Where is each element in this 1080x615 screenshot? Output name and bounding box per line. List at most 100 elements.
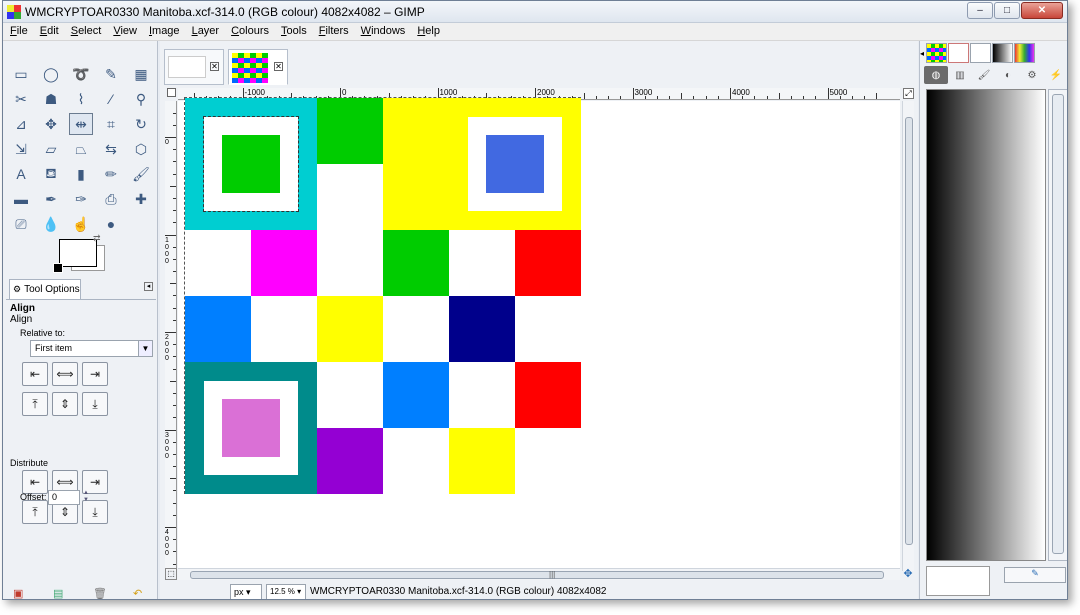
- shear-icon[interactable]: ▱: [39, 138, 63, 160]
- close-button[interactable]: ✕: [1021, 2, 1063, 19]
- minimize-button[interactable]: –: [967, 2, 993, 19]
- rotate-icon[interactable]: ↻: [129, 113, 153, 135]
- reset-options-icon[interactable]: ↶: [133, 587, 149, 599]
- color-picker-icon[interactable]: ⁄: [99, 88, 123, 110]
- scissors-icon[interactable]: ✂: [9, 88, 33, 110]
- menu-item-0[interactable]: File: [3, 23, 33, 40]
- delete-options-icon[interactable]: 🗑: [93, 587, 109, 599]
- menu-item-4[interactable]: Image: [142, 23, 185, 40]
- menu-item-6[interactable]: Colours: [224, 23, 274, 40]
- align-button-5[interactable]: ⤓: [82, 392, 108, 416]
- pencil-icon[interactable]: ✏: [99, 163, 123, 185]
- close-icon[interactable]: ✕: [274, 62, 283, 71]
- menu-item-9[interactable]: Windows: [354, 23, 411, 40]
- menu-item-1[interactable]: Edit: [33, 23, 64, 40]
- scroll-thumb[interactable]: [905, 117, 913, 545]
- paintbrush-icon[interactable]: 🖌: [129, 163, 153, 185]
- perspective-clone-icon[interactable]: ⎚: [9, 213, 33, 235]
- menu-item-7[interactable]: Tools: [274, 23, 312, 40]
- paths-icon[interactable]: ⌇: [69, 88, 93, 110]
- ink-icon[interactable]: ✑: [69, 188, 93, 210]
- save-options-icon[interactable]: ▣: [13, 587, 29, 599]
- move-icon[interactable]: ✥: [39, 113, 63, 135]
- lasso-icon[interactable]: ➰: [69, 63, 93, 85]
- ellipse-select-icon[interactable]: ◯: [39, 63, 63, 85]
- image-tab-1[interactable]: ✕: [164, 49, 224, 85]
- menu-item-10[interactable]: Help: [410, 23, 445, 40]
- tab-crosshair[interactable]: [970, 43, 991, 63]
- menu-item-3[interactable]: View: [106, 23, 142, 40]
- vertical-ruler[interactable]: 0 1000 2000 3000 4000: [165, 101, 177, 571]
- dock-subtab-2[interactable]: 🖌: [972, 66, 996, 84]
- dock-menu-icon[interactable]: ◂: [920, 49, 924, 58]
- dock-subtab-0[interactable]: ◍: [924, 66, 948, 84]
- scroll-thumb[interactable]: [1052, 94, 1064, 554]
- zoom-icon[interactable]: ⚲: [129, 88, 153, 110]
- crop-icon[interactable]: ⌗: [99, 113, 123, 135]
- foreground-select-icon[interactable]: ☗: [39, 88, 63, 110]
- rect-select-icon[interactable]: ▭: [9, 63, 33, 85]
- cage-icon[interactable]: ⬡: [129, 138, 153, 160]
- distribute-button-3[interactable]: ⤒: [22, 500, 48, 524]
- zoom-select[interactable]: 12.5 % ▾: [266, 584, 306, 599]
- align-button-0[interactable]: ⇤: [22, 362, 48, 386]
- scroll-thumb[interactable]: |||: [190, 570, 884, 579]
- text-icon[interactable]: A: [9, 163, 33, 185]
- dock-subtab-4[interactable]: ⚙: [1020, 66, 1044, 84]
- gradient-preview[interactable]: [926, 89, 1046, 561]
- perspective-icon[interactable]: ⏢: [69, 138, 93, 160]
- blur-icon[interactable]: 💧: [39, 213, 63, 235]
- bucket-fill-icon[interactable]: ⛾: [39, 163, 63, 185]
- relative-to-select[interactable]: First item ▼: [30, 340, 153, 357]
- close-icon[interactable]: ✕: [210, 62, 219, 71]
- fg-bg-colors[interactable]: ⇄: [53, 233, 107, 273]
- offset-input[interactable]: 0: [48, 490, 80, 505]
- offset-stepper[interactable]: ▲ ▼: [82, 490, 90, 505]
- align-button-2[interactable]: ⇥: [82, 362, 108, 386]
- tab-brushes[interactable]: [948, 43, 969, 63]
- quick-mask-toggle[interactable]: ⬚: [165, 568, 177, 580]
- align-button-1[interactable]: ⟺: [52, 362, 78, 386]
- align-button-3[interactable]: ⤒: [22, 392, 48, 416]
- navigate-icon[interactable]: ✥: [902, 568, 914, 580]
- scale-icon[interactable]: ⇲: [9, 138, 33, 160]
- default-colors-icon[interactable]: [53, 263, 63, 273]
- align-button-4[interactable]: ⇕: [52, 392, 78, 416]
- menu-item-8[interactable]: Filters: [312, 23, 354, 40]
- measure-icon[interactable]: ⊿: [9, 113, 33, 135]
- ruler-corner-button[interactable]: [167, 88, 176, 97]
- restore-options-icon[interactable]: ▤: [53, 587, 69, 599]
- menu-item-5[interactable]: Layer: [185, 23, 225, 40]
- dock-scrollbar[interactable]: [1048, 89, 1067, 561]
- color-select-icon[interactable]: ▦: [129, 63, 153, 85]
- heal-icon[interactable]: ✚: [129, 188, 153, 210]
- vertical-scrollbar[interactable]: [902, 101, 914, 571]
- image-tab-2[interactable]: ✕: [228, 49, 288, 85]
- tab-gradients[interactable]: [992, 43, 1013, 63]
- tab-tool-options[interactable]: ⚙ Tool Options: [9, 279, 81, 299]
- swap-colors-icon[interactable]: ⇄: [93, 233, 101, 244]
- fuzzy-select-icon[interactable]: ✎: [99, 63, 123, 85]
- blend-icon[interactable]: ▮: [69, 163, 93, 185]
- edit-gradient-button[interactable]: ✎: [1004, 567, 1066, 583]
- menu-item-2[interactable]: Select: [64, 23, 107, 40]
- foreground-color-swatch[interactable]: [59, 239, 97, 267]
- tab-patterns[interactable]: [926, 43, 947, 63]
- distribute-button-0[interactable]: ⇤: [22, 470, 48, 494]
- dock-subtab-1[interactable]: ▥: [948, 66, 972, 84]
- clone-icon[interactable]: ⎙: [99, 188, 123, 210]
- align-icon[interactable]: ⇹: [69, 113, 93, 135]
- dodge-burn-icon[interactable]: ●: [99, 213, 123, 235]
- airbrush-icon[interactable]: ✒: [39, 188, 63, 210]
- tab-menu-button[interactable]: ◂: [144, 282, 153, 291]
- smudge-icon[interactable]: ☝: [69, 213, 93, 235]
- dock-subtab-5[interactable]: ⚡: [1044, 66, 1067, 84]
- zoom-to-fit-button[interactable]: ⤢: [903, 88, 914, 99]
- image-canvas[interactable]: [184, 97, 581, 494]
- eraser-icon[interactable]: ▬: [9, 188, 33, 210]
- unit-select[interactable]: px ▾: [230, 584, 262, 599]
- dock-subtab-3[interactable]: ◐: [996, 66, 1020, 84]
- horizontal-scrollbar[interactable]: |||: [178, 568, 900, 580]
- flip-icon[interactable]: ⇆: [99, 138, 123, 160]
- tab-palettes[interactable]: [1014, 43, 1035, 63]
